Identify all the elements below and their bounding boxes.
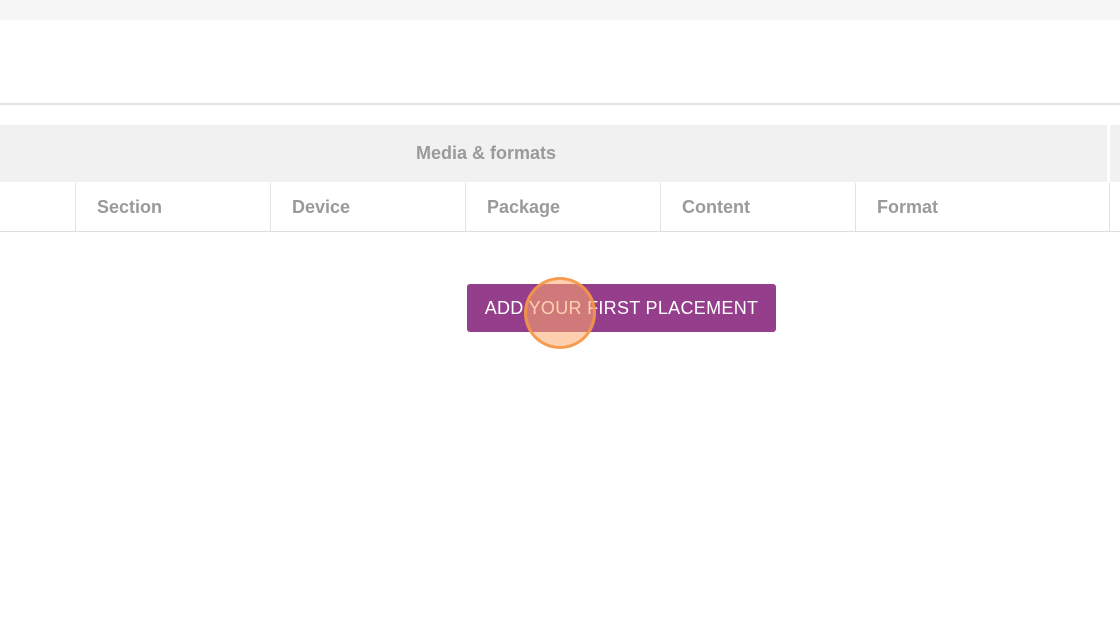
column-header-package[interactable]: Package — [465, 183, 661, 231]
column-header-format[interactable]: Format — [855, 183, 1109, 231]
column-header-leading — [0, 183, 76, 231]
page: Media & formats Section Device Package C… — [0, 0, 1120, 625]
column-header-trailing — [1109, 183, 1120, 231]
table-group-header-next — [1110, 125, 1120, 182]
group-header-title: Media & formats — [416, 143, 557, 163]
table-column-headers: Section Device Package Content Format — [0, 183, 1120, 232]
column-header-device[interactable]: Device — [270, 183, 466, 231]
column-header-content[interactable]: Content — [660, 183, 856, 231]
column-header-section[interactable]: Section — [75, 183, 271, 231]
divider — [0, 103, 1120, 105]
table-group-header: Media & formats — [0, 125, 1107, 182]
add-first-placement-button[interactable]: ADD YOUR FIRST PLACEMENT — [467, 284, 776, 332]
top-bar — [0, 0, 1120, 20]
